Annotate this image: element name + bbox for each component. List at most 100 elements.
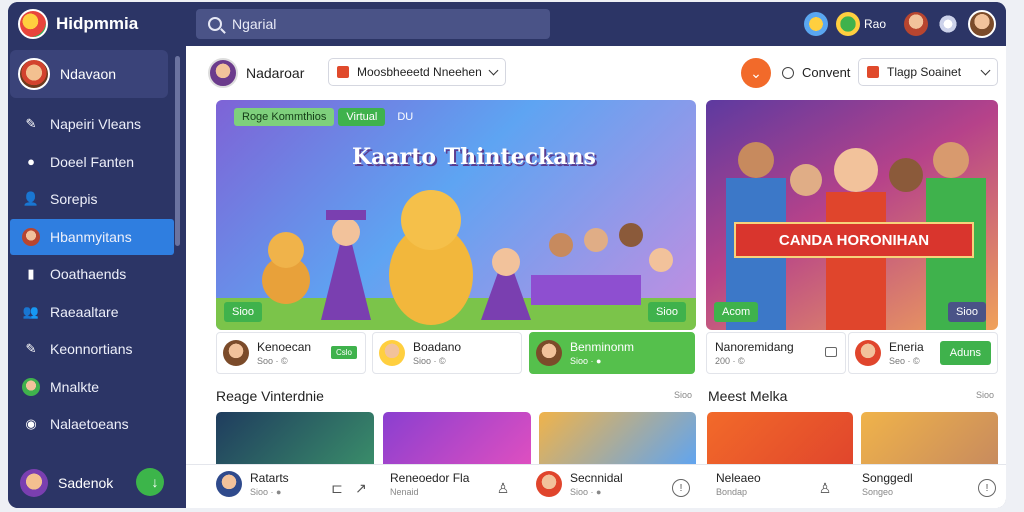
bottom-item-title: Songgedl: [862, 471, 913, 485]
avatar-icon: [22, 227, 40, 246]
bottom-item-subtitle: Nenaid: [390, 487, 419, 497]
bookmark-icon[interactable]: ⊏: [328, 479, 346, 497]
profile-icon[interactable]: [904, 12, 928, 36]
main-header: Nadaroar Moosbheeetd Nneehen ⌄ Convent T…: [186, 46, 1006, 100]
settings-icon[interactable]: [936, 12, 960, 36]
card-title: Eneria: [889, 340, 924, 354]
bottom-item-subtitle: Sioo · ●: [250, 487, 282, 497]
bottom-item-subtitle: Sioo · ●: [570, 487, 602, 497]
sidebar-item-0[interactable]: ✎ Napeiri Vleans: [10, 106, 174, 142]
thumbnail[interactable]: [707, 412, 853, 468]
chat-icon[interactable]: [835, 12, 860, 36]
sidebar-item-2[interactable]: 👤 Sorepis: [10, 181, 174, 217]
card-subtitle: 200 · ©: [715, 356, 745, 366]
sidebar-item-8[interactable]: ◉ Nalaetoeans: [10, 406, 174, 442]
app-window: Hidpmmia Rao Ndavaon ✎ Napeiri Vleans: [8, 2, 1006, 508]
chevron-down-icon: [488, 65, 499, 75]
sidebar-item-label: Raeaaltare: [50, 303, 119, 320]
sidebar-item-label: Keonnortians: [50, 341, 133, 357]
tag[interactable]: DU: [389, 108, 421, 126]
thumbnail[interactable]: [383, 412, 531, 468]
avatar[interactable]: [208, 58, 238, 88]
card[interactable]: Benminonm Sioo · ●: [529, 332, 695, 374]
card[interactable]: Kenoecan Soo · © Cslo: [216, 332, 366, 374]
bottom-item[interactable]: Songgedl Songeo: [862, 471, 913, 497]
card-button[interactable]: Cslo: [330, 346, 357, 359]
hero-badge-left[interactable]: Sioo: [224, 302, 263, 322]
info-icon[interactable]: !: [978, 479, 996, 497]
card[interactable]: Nanoremidang 200 · ©: [706, 332, 846, 374]
person-icon[interactable]: ♙: [494, 479, 512, 497]
thumbnail[interactable]: [861, 412, 998, 468]
section-more-link[interactable]: Sioo: [674, 390, 692, 400]
sidebar-item-3[interactable]: Hbanmyitans: [10, 218, 174, 255]
sidebar-bottom-name: Sadenok: [58, 475, 114, 491]
side-hero-badge-right[interactable]: Sioo: [947, 302, 986, 322]
tag[interactable]: Virtual: [338, 108, 386, 126]
card-subtitle: Sioo · ©: [413, 356, 446, 366]
hero-banner[interactable]: Roge Kommthios Virtual DU Kaarto Thintec…: [216, 100, 696, 330]
sidebar-nav: ✎ Napeiri Vleans ● Doeel Fanten 👤 Sorepi…: [10, 106, 174, 444]
category-dropdown[interactable]: Moosbheeetd Nneehen: [328, 58, 506, 86]
hero-tags: Roge Kommthios Virtual DU: [234, 108, 425, 126]
sidebar-item-5[interactable]: 👥 Raeaaltare: [10, 294, 174, 330]
top-right-label: Rao: [863, 17, 886, 31]
main-content: Nadaroar Moosbheeetd Nneehen ⌄ Convent T…: [186, 46, 1006, 508]
section-more-link[interactable]: Sioo: [976, 390, 994, 400]
pencil-icon: ✎: [25, 116, 37, 131]
card[interactable]: Eneria Seo · © Aduns: [848, 332, 998, 374]
chat-bubble-icon: ▮: [27, 266, 35, 281]
search-bar[interactable]: [196, 9, 550, 39]
hero-badge-right[interactable]: Sioo: [647, 302, 686, 322]
sidebar-item-6[interactable]: ✎ Keonnortians: [10, 331, 174, 367]
sidebar-bottom-profile[interactable]: Sadenok ↓: [8, 458, 184, 508]
share-icon[interactable]: ↗: [352, 479, 370, 497]
card-text: Nanoremidang 200 · ©: [715, 340, 794, 366]
info-icon[interactable]: !: [672, 479, 690, 497]
side-hero-badge-left[interactable]: Acom: [714, 302, 759, 322]
search-icon: [208, 17, 222, 31]
user-avatar[interactable]: [968, 10, 996, 38]
thumbnail[interactable]: [216, 412, 374, 468]
side-hero-banner[interactable]: CANDA HORONIHAN Acom Sioo: [706, 100, 998, 330]
card-text: Kenoecan Soo · ©: [257, 340, 311, 366]
sidebar-item-7[interactable]: Mnalkte: [10, 369, 174, 405]
music-icon[interactable]: [803, 12, 828, 36]
card-subtitle: Sioo · ●: [570, 356, 602, 366]
bottom-item[interactable]: Neleaeo Bondap: [716, 471, 761, 497]
message-icon[interactable]: [825, 347, 837, 357]
sidebar-item-label: Napeiri Vleans: [50, 116, 142, 132]
download-button[interactable]: ↓: [136, 468, 164, 496]
thumbnail-row: [216, 412, 998, 468]
bottom-item[interactable]: Secnnidal Sioo · ●: [536, 471, 623, 497]
avatar-icon: [22, 377, 40, 396]
tag[interactable]: Roge Kommthios: [234, 108, 335, 126]
sidebar-profile[interactable]: Ndavaon: [10, 50, 168, 98]
avatar: [216, 471, 242, 497]
bottom-item-text: Songgedl Songeo: [862, 471, 913, 497]
card-action-button[interactable]: Aduns: [939, 341, 991, 365]
bottom-item[interactable]: Ratarts Sioo · ●: [216, 471, 289, 497]
card-title: Nanoremidang: [715, 340, 794, 354]
filter-dropdown[interactable]: Tlagp Soainet: [858, 58, 998, 86]
flag-icon: [867, 66, 879, 78]
dropdown-toggle-button[interactable]: ⌄: [741, 58, 771, 88]
sidebar-item-label: Ooathaends: [50, 266, 127, 282]
sidebar-item-1[interactable]: ● Doeel Fanten: [10, 144, 174, 180]
search-input[interactable]: [232, 16, 532, 32]
person-icon[interactable]: ♙: [816, 479, 834, 497]
sidebar-scrollbar[interactable]: [175, 56, 180, 246]
sidebar-item-4[interactable]: ▮ Ooathaends: [10, 256, 174, 292]
card-title: Benminonm: [570, 340, 635, 354]
bottom-item-title: Reneoedor Fla: [390, 471, 470, 485]
bottom-item-text: Neleaeo Bondap: [716, 471, 761, 497]
featured-cards: Kenoecan Soo · © Cslo Boadano Sioo · © B…: [216, 332, 998, 376]
brand[interactable]: Hidpmmia: [18, 9, 138, 39]
thumbnail[interactable]: [539, 412, 696, 468]
app-name: Hidpmmia: [56, 14, 139, 33]
convert-link[interactable]: Convent: [782, 65, 850, 80]
section-title: Reage Vinterdnie: [216, 388, 324, 404]
top-right-controls: Rao: [796, 10, 996, 38]
card[interactable]: Boadano Sioo · ©: [372, 332, 522, 374]
bottom-item[interactable]: Reneoedor Fla Nenaid: [390, 471, 469, 497]
